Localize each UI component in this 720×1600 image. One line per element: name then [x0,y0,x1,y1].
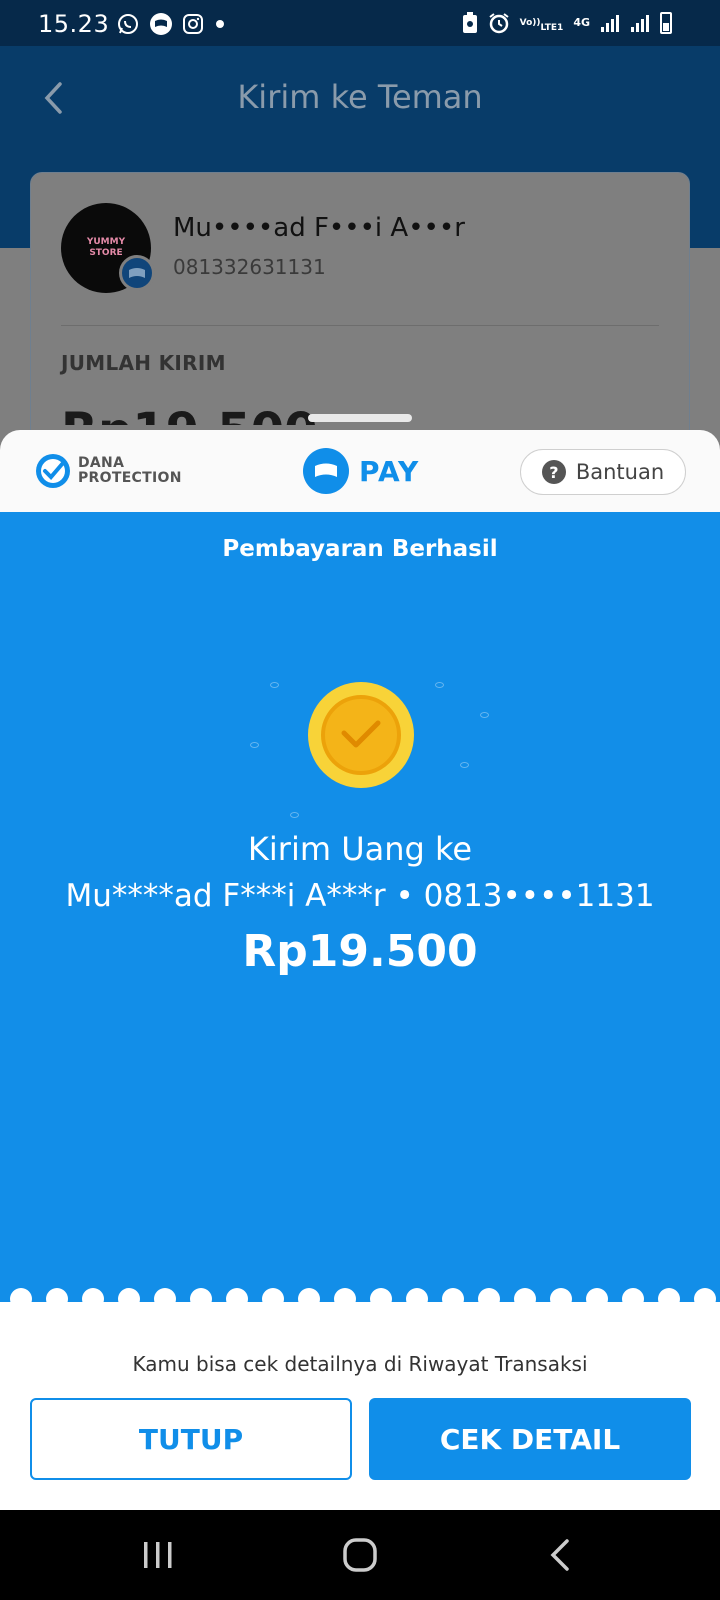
send-recipient: Mu****ad F***i A***r • 0813••••1131 [65,878,655,914]
dana-protection-logo: DANA PROTECTION [34,452,182,490]
lte-text: LTE1 [540,23,564,33]
network-type-text: 4G [573,16,590,29]
whatsapp-icon [116,12,140,36]
sparkle-icon [435,682,444,688]
close-button[interactable]: TUTUP [30,1398,352,1480]
success-illustration [230,662,490,822]
battery-icon [660,12,672,34]
nav-back-button[interactable] [500,1510,620,1600]
avatar-text-2: STORE [89,248,123,258]
footer-note: Kamu bisa cek detailnya di Riwayat Trans… [132,1352,588,1376]
sheet-header: DANA PROTECTION PAY ? Bantuan [0,430,720,512]
success-title: Pembayaran Berhasil [222,536,498,562]
divider [61,325,659,326]
recipient-phone: 081332631131 [173,255,326,279]
avatar: YUMMY STORE [61,203,155,293]
coin-check-icon [308,682,414,788]
shield-check-icon [36,454,70,488]
payment-result-sheet: DANA PROTECTION PAY ? Bantuan Pembayaran… [0,414,720,1510]
amount-label: JUMLAH KIRIM [61,351,226,375]
pay-label: PAY [359,454,420,488]
sparkle-icon [250,742,259,748]
home-button[interactable] [300,1510,420,1600]
send-amount: Rp19.500 [242,926,478,977]
dot-icon [213,17,227,31]
4g-icon: 4G [573,16,590,29]
dana-pay-logo: PAY [303,448,419,494]
avatar-text-1: YUMMY [86,237,126,247]
protection-line-2: PROTECTION [78,470,182,486]
sheet-footer: Kamu bisa cek detailnya di Riwayat Trans… [0,1302,720,1510]
recent-apps-button[interactable] [98,1510,218,1600]
sparkle-icon [290,812,299,818]
recent-apps-icon [144,1542,172,1568]
dana-icon [149,12,173,36]
sparkle-icon [270,682,279,688]
system-icons: Vo)) LTE1 4G [462,12,672,34]
volte-text: Vo)) [519,18,541,28]
status-time: 15.23 [38,10,110,38]
help-label: Bantuan [575,460,665,484]
notification-icons [116,12,227,36]
back-icon [550,1539,569,1571]
sparkle-icon [460,762,469,768]
success-panel: Pembayaran Berhasil Kirim Uang ke Mu****… [0,512,720,1302]
drag-handle[interactable] [308,414,412,422]
status-bar: 15.23 Vo)) LTE1 4G [0,0,720,46]
sparkle-icon [480,712,489,718]
view-detail-button[interactable]: CEK DETAIL [369,1398,691,1480]
signal-icon [630,13,650,33]
help-button[interactable]: ? Bantuan [520,449,686,495]
alarm-icon [488,12,510,34]
navigation-bar [0,1510,720,1600]
instagram-icon [182,13,204,35]
signal-icon [600,13,620,33]
amount-value: Rp19.500 [61,403,318,425]
screenshot-icon [462,12,478,34]
recipient-name: Mu••••ad F•••i A•••r [173,213,465,243]
dana-badge-icon [119,255,155,291]
send-title: Kirim Uang ke [247,830,473,868]
home-icon [343,1538,377,1572]
dana-logo-icon [303,448,349,494]
volte-icon: Vo)) [520,18,541,28]
lte-icon: LTE1 [541,23,564,33]
protection-line-1: DANA [78,455,125,471]
page-title: Kirim ke Teman [237,78,483,116]
question-icon: ? [541,460,566,484]
recipient-card: YUMMY STORE Mu••••ad F•••i A•••r 0813326… [30,172,690,472]
